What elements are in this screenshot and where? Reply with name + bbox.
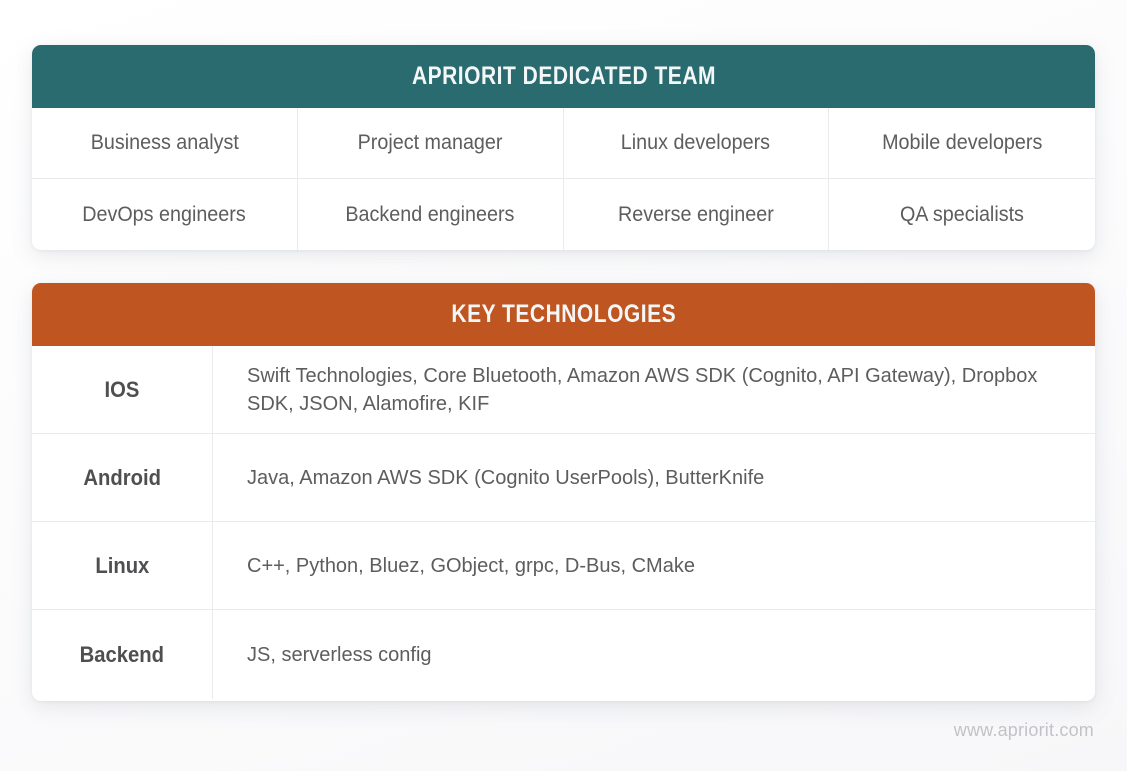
team-role-cell: Mobile developers — [829, 108, 1095, 179]
tech-platform-cell: IOS — [32, 346, 213, 433]
team-role-cell: Reverse engineer — [564, 179, 830, 250]
team-role-label: Linux developers — [621, 131, 771, 154]
team-role-cell: Linux developers — [563, 108, 830, 179]
team-role-label: Mobile developers — [882, 131, 1043, 154]
tech-platform-label: Linux — [95, 552, 149, 578]
table-row: Linux C++, Python, Bluez, GObject, grpc,… — [32, 522, 1095, 610]
dedicated-team-header: APRIORIT DEDICATED TEAM — [32, 45, 1095, 108]
dedicated-team-title: APRIORIT DEDICATED TEAM — [411, 62, 716, 90]
page-background: APRIORIT DEDICATED TEAM Business analyst… — [0, 0, 1127, 771]
table-row: Backend JS, serverless config — [32, 610, 1095, 699]
table-row: Android Java, Amazon AWS SDK (Cognito Us… — [32, 434, 1095, 522]
key-technologies-card: KEY TECHNOLOGIES IOS Swift Technologies,… — [32, 283, 1095, 701]
tech-platform-label: Android — [83, 464, 161, 490]
table-row: IOS Swift Technologies, Core Bluetooth, … — [32, 346, 1095, 434]
tech-platform-label: IOS — [104, 376, 140, 402]
tech-list-text: C++, Python, Bluez, GObject, grpc, D-Bus… — [247, 554, 695, 577]
team-role-label: Backend engineers — [345, 202, 515, 226]
team-role-cell: Project manager — [297, 108, 564, 179]
team-role-cell: DevOps engineers — [32, 179, 298, 250]
team-role-cell: Backend engineers — [298, 179, 564, 250]
tech-platform-cell: Backend — [32, 610, 213, 699]
tech-list-cell: Swift Technologies, Core Bluetooth, Amaz… — [213, 346, 1095, 433]
team-role-label: Project manager — [357, 131, 503, 154]
team-role-label: Business analyst — [90, 131, 239, 154]
dedicated-team-grid: Business analyst Project manager Linux d… — [32, 108, 1095, 250]
tech-list-text: Java, Amazon AWS SDK (Cognito UserPools)… — [247, 466, 765, 489]
key-technologies-header: KEY TECHNOLOGIES — [32, 283, 1095, 346]
team-role-label: DevOps engineers — [82, 202, 247, 226]
tech-platform-cell: Linux — [32, 522, 213, 609]
dedicated-team-card: APRIORIT DEDICATED TEAM Business analyst… — [32, 45, 1095, 250]
tech-platform-label: Backend — [79, 641, 165, 667]
tech-list-cell: JS, serverless config — [213, 610, 1095, 699]
team-role-label: QA specialists — [900, 202, 1025, 226]
tech-list-cell: C++, Python, Bluez, GObject, grpc, D-Bus… — [213, 522, 1095, 609]
tech-list-text: JS, serverless config — [247, 643, 432, 666]
team-role-cell: QA specialists — [829, 179, 1095, 250]
site-watermark: www.apriorit.com — [953, 720, 1094, 740]
team-role-cell: Business analyst — [32, 108, 298, 179]
team-role-label: Reverse engineer — [617, 202, 774, 226]
tech-platform-cell: Android — [32, 434, 213, 521]
tech-list-text: Swift Technologies, Core Bluetooth, Amaz… — [247, 364, 1038, 415]
key-technologies-rows: IOS Swift Technologies, Core Bluetooth, … — [32, 346, 1095, 699]
tech-list-cell: Java, Amazon AWS SDK (Cognito UserPools)… — [213, 434, 1095, 521]
key-technologies-title: KEY TECHNOLOGIES — [451, 300, 676, 328]
